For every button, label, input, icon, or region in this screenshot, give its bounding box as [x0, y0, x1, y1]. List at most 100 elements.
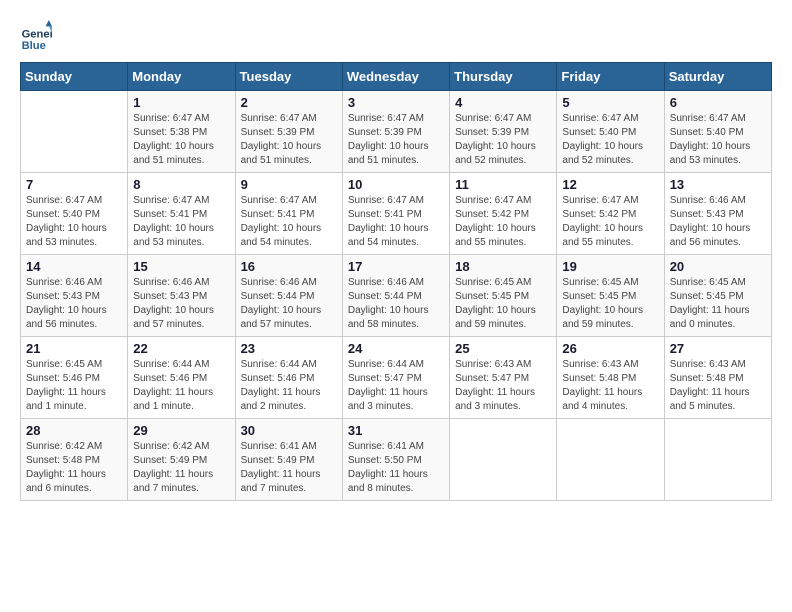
- day-detail: Sunrise: 6:47 AMSunset: 5:42 PMDaylight:…: [455, 195, 536, 248]
- day-number: 16: [241, 259, 337, 274]
- calendar-cell: 8 Sunrise: 6:47 AMSunset: 5:41 PMDayligh…: [128, 173, 235, 255]
- calendar-cell: 26 Sunrise: 6:43 AMSunset: 5:48 PMDaylig…: [557, 337, 664, 419]
- calendar-cell: 19 Sunrise: 6:45 AMSunset: 5:45 PMDaylig…: [557, 255, 664, 337]
- day-number: 26: [562, 341, 658, 356]
- day-detail: Sunrise: 6:47 AMSunset: 5:38 PMDaylight:…: [133, 113, 214, 166]
- svg-text:Blue: Blue: [22, 40, 46, 52]
- calendar-cell: [450, 419, 557, 501]
- day-detail: Sunrise: 6:46 AMSunset: 5:44 PMDaylight:…: [241, 277, 322, 330]
- calendar-cell: [557, 419, 664, 501]
- calendar-cell: 17 Sunrise: 6:46 AMSunset: 5:44 PMDaylig…: [342, 255, 449, 337]
- day-detail: Sunrise: 6:45 AMSunset: 5:45 PMDaylight:…: [455, 277, 536, 330]
- day-detail: Sunrise: 6:47 AMSunset: 5:40 PMDaylight:…: [562, 113, 643, 166]
- day-number: 19: [562, 259, 658, 274]
- calendar-cell: 21 Sunrise: 6:45 AMSunset: 5:46 PMDaylig…: [21, 337, 128, 419]
- day-number: 2: [241, 95, 337, 110]
- day-number: 24: [348, 341, 444, 356]
- day-detail: Sunrise: 6:43 AMSunset: 5:48 PMDaylight:…: [670, 359, 750, 412]
- calendar-cell: 1 Sunrise: 6:47 AMSunset: 5:38 PMDayligh…: [128, 91, 235, 173]
- weekday-header-monday: Monday: [128, 63, 235, 91]
- logo-icon: General Blue: [20, 20, 52, 52]
- day-number: 21: [26, 341, 122, 356]
- day-number: 29: [133, 423, 229, 438]
- calendar-cell: 3 Sunrise: 6:47 AMSunset: 5:39 PMDayligh…: [342, 91, 449, 173]
- day-detail: Sunrise: 6:45 AMSunset: 5:46 PMDaylight:…: [26, 359, 106, 412]
- calendar-cell: 25 Sunrise: 6:43 AMSunset: 5:47 PMDaylig…: [450, 337, 557, 419]
- day-detail: Sunrise: 6:44 AMSunset: 5:46 PMDaylight:…: [133, 359, 213, 412]
- calendar-cell: 6 Sunrise: 6:47 AMSunset: 5:40 PMDayligh…: [664, 91, 771, 173]
- calendar-cell: 7 Sunrise: 6:47 AMSunset: 5:40 PMDayligh…: [21, 173, 128, 255]
- day-detail: Sunrise: 6:41 AMSunset: 5:49 PMDaylight:…: [241, 441, 321, 494]
- calendar-cell: [664, 419, 771, 501]
- weekday-header-wednesday: Wednesday: [342, 63, 449, 91]
- day-detail: Sunrise: 6:47 AMSunset: 5:39 PMDaylight:…: [348, 113, 429, 166]
- day-detail: Sunrise: 6:46 AMSunset: 5:44 PMDaylight:…: [348, 277, 429, 330]
- calendar-cell: 27 Sunrise: 6:43 AMSunset: 5:48 PMDaylig…: [664, 337, 771, 419]
- weekday-header-tuesday: Tuesday: [235, 63, 342, 91]
- calendar-cell: 11 Sunrise: 6:47 AMSunset: 5:42 PMDaylig…: [450, 173, 557, 255]
- day-number: 17: [348, 259, 444, 274]
- day-number: 6: [670, 95, 766, 110]
- page-header: General Blue: [20, 20, 772, 52]
- day-number: 10: [348, 177, 444, 192]
- day-detail: Sunrise: 6:47 AMSunset: 5:41 PMDaylight:…: [241, 195, 322, 248]
- day-number: 3: [348, 95, 444, 110]
- calendar-cell: 2 Sunrise: 6:47 AMSunset: 5:39 PMDayligh…: [235, 91, 342, 173]
- day-detail: Sunrise: 6:46 AMSunset: 5:43 PMDaylight:…: [670, 195, 751, 248]
- day-number: 9: [241, 177, 337, 192]
- day-detail: Sunrise: 6:41 AMSunset: 5:50 PMDaylight:…: [348, 441, 428, 494]
- day-detail: Sunrise: 6:44 AMSunset: 5:46 PMDaylight:…: [241, 359, 321, 412]
- weekday-header-sunday: Sunday: [21, 63, 128, 91]
- day-detail: Sunrise: 6:46 AMSunset: 5:43 PMDaylight:…: [133, 277, 214, 330]
- day-detail: Sunrise: 6:45 AMSunset: 5:45 PMDaylight:…: [670, 277, 750, 330]
- calendar-cell: 15 Sunrise: 6:46 AMSunset: 5:43 PMDaylig…: [128, 255, 235, 337]
- calendar-cell: 5 Sunrise: 6:47 AMSunset: 5:40 PMDayligh…: [557, 91, 664, 173]
- calendar-cell: 16 Sunrise: 6:46 AMSunset: 5:44 PMDaylig…: [235, 255, 342, 337]
- day-detail: Sunrise: 6:43 AMSunset: 5:48 PMDaylight:…: [562, 359, 642, 412]
- day-number: 12: [562, 177, 658, 192]
- day-detail: Sunrise: 6:45 AMSunset: 5:45 PMDaylight:…: [562, 277, 643, 330]
- calendar-cell: 20 Sunrise: 6:45 AMSunset: 5:45 PMDaylig…: [664, 255, 771, 337]
- calendar-cell: 24 Sunrise: 6:44 AMSunset: 5:47 PMDaylig…: [342, 337, 449, 419]
- calendar-cell: 30 Sunrise: 6:41 AMSunset: 5:49 PMDaylig…: [235, 419, 342, 501]
- weekday-header-thursday: Thursday: [450, 63, 557, 91]
- day-number: 23: [241, 341, 337, 356]
- day-detail: Sunrise: 6:42 AMSunset: 5:49 PMDaylight:…: [133, 441, 213, 494]
- logo: General Blue: [20, 20, 56, 52]
- svg-text:General: General: [22, 29, 52, 41]
- calendar-table: SundayMondayTuesdayWednesdayThursdayFrid…: [20, 62, 772, 501]
- day-number: 20: [670, 259, 766, 274]
- calendar-cell: 9 Sunrise: 6:47 AMSunset: 5:41 PMDayligh…: [235, 173, 342, 255]
- day-number: 27: [670, 341, 766, 356]
- day-detail: Sunrise: 6:46 AMSunset: 5:43 PMDaylight:…: [26, 277, 107, 330]
- day-detail: Sunrise: 6:47 AMSunset: 5:39 PMDaylight:…: [241, 113, 322, 166]
- day-detail: Sunrise: 6:47 AMSunset: 5:39 PMDaylight:…: [455, 113, 536, 166]
- day-number: 13: [670, 177, 766, 192]
- day-detail: Sunrise: 6:47 AMSunset: 5:41 PMDaylight:…: [348, 195, 429, 248]
- day-number: 15: [133, 259, 229, 274]
- day-number: 8: [133, 177, 229, 192]
- day-number: 1: [133, 95, 229, 110]
- day-detail: Sunrise: 6:44 AMSunset: 5:47 PMDaylight:…: [348, 359, 428, 412]
- calendar-cell: 4 Sunrise: 6:47 AMSunset: 5:39 PMDayligh…: [450, 91, 557, 173]
- calendar-cell: 31 Sunrise: 6:41 AMSunset: 5:50 PMDaylig…: [342, 419, 449, 501]
- day-detail: Sunrise: 6:47 AMSunset: 5:40 PMDaylight:…: [26, 195, 107, 248]
- day-number: 28: [26, 423, 122, 438]
- calendar-cell: 13 Sunrise: 6:46 AMSunset: 5:43 PMDaylig…: [664, 173, 771, 255]
- calendar-cell: 14 Sunrise: 6:46 AMSunset: 5:43 PMDaylig…: [21, 255, 128, 337]
- day-number: 31: [348, 423, 444, 438]
- day-detail: Sunrise: 6:42 AMSunset: 5:48 PMDaylight:…: [26, 441, 106, 494]
- day-detail: Sunrise: 6:47 AMSunset: 5:41 PMDaylight:…: [133, 195, 214, 248]
- day-number: 14: [26, 259, 122, 274]
- day-detail: Sunrise: 6:47 AMSunset: 5:42 PMDaylight:…: [562, 195, 643, 248]
- calendar-cell: 12 Sunrise: 6:47 AMSunset: 5:42 PMDaylig…: [557, 173, 664, 255]
- day-number: 11: [455, 177, 551, 192]
- calendar-cell: 18 Sunrise: 6:45 AMSunset: 5:45 PMDaylig…: [450, 255, 557, 337]
- day-number: 4: [455, 95, 551, 110]
- day-number: 30: [241, 423, 337, 438]
- day-number: 18: [455, 259, 551, 274]
- day-number: 5: [562, 95, 658, 110]
- day-detail: Sunrise: 6:47 AMSunset: 5:40 PMDaylight:…: [670, 113, 751, 166]
- day-detail: Sunrise: 6:43 AMSunset: 5:47 PMDaylight:…: [455, 359, 535, 412]
- weekday-header-saturday: Saturday: [664, 63, 771, 91]
